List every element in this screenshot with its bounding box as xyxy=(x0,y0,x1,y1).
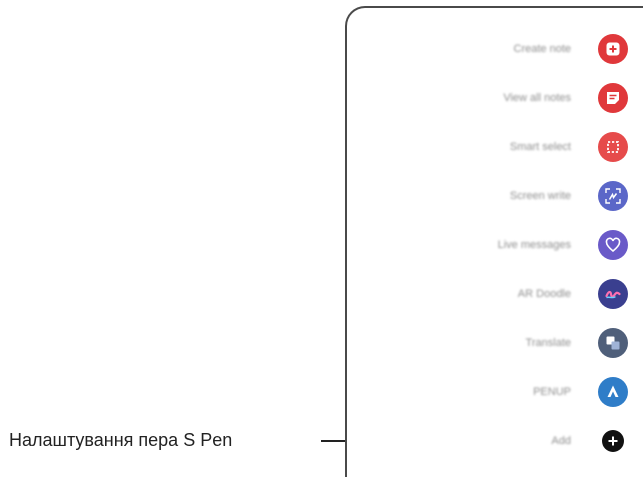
menu-item-translate[interactable]: Translate xyxy=(347,323,643,363)
menu-item-label: AR Doodle xyxy=(517,288,571,300)
view-notes-icon xyxy=(598,83,628,113)
translate-icon xyxy=(598,328,628,358)
live-messages-icon xyxy=(598,230,628,260)
create-note-icon xyxy=(598,34,628,64)
menu-item-view-all-notes[interactable]: View all notes xyxy=(347,78,643,118)
menu-item-label: View all notes xyxy=(503,92,571,104)
s-pen-settings-callout: Налаштування пера S Pen xyxy=(9,430,233,450)
menu-item-label: Add xyxy=(551,435,571,447)
menu-item-penup[interactable]: PENUP xyxy=(347,372,643,412)
menu-item-label: Smart select xyxy=(509,141,571,153)
menu-item-add[interactable]: Add xyxy=(347,421,643,461)
menu-item-live-messages[interactable]: Live messages xyxy=(347,225,643,265)
menu-item-label: Create note xyxy=(513,43,571,55)
penup-icon xyxy=(598,377,628,407)
menu-item-create-note[interactable]: Create note xyxy=(347,29,643,69)
menu-item-label: Translate xyxy=(525,337,571,349)
menu-item-label: Screen write xyxy=(509,190,571,202)
screen-write-icon xyxy=(598,181,628,211)
menu-item-ar-doodle[interactable]: AR Doodle xyxy=(347,274,643,314)
air-command-panel: Create note View all notes Smart select … xyxy=(345,6,643,477)
smart-select-icon xyxy=(598,132,628,162)
menu-item-smart-select[interactable]: Smart select xyxy=(347,127,643,167)
add-icon xyxy=(602,430,624,452)
ar-doodle-icon xyxy=(598,279,628,309)
menu-item-label: PENUP xyxy=(533,386,571,398)
menu-item-label: Live messages xyxy=(497,239,571,251)
menu-item-screen-write[interactable]: Screen write xyxy=(347,176,643,216)
